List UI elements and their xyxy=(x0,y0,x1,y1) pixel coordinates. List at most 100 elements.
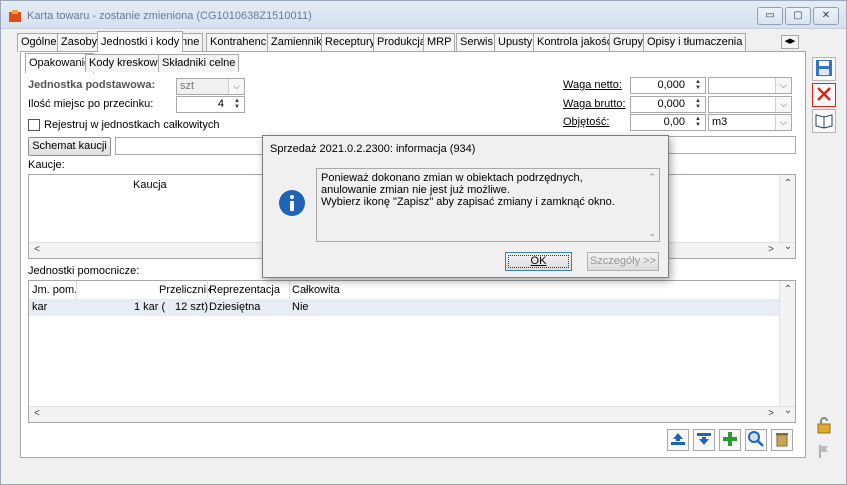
tab-receptury[interactable]: Receptury xyxy=(321,33,380,52)
info-dialog: Sprzedaż 2021.0.2.2300: informacja (934)… xyxy=(262,135,669,278)
move-down-button[interactable] xyxy=(693,429,715,451)
net-weight-label: Waga netto: xyxy=(563,79,622,91)
table-row[interactable]: kar 1 kar ( 12 szt) Dziesiętna Nie xyxy=(29,299,779,316)
help-book-button[interactable] xyxy=(812,109,836,133)
tab-grupy[interactable]: Grupy xyxy=(609,33,647,52)
tab-kontrola-jakosci[interactable]: Kontrola jakości xyxy=(533,33,619,52)
move-up-icon xyxy=(671,433,685,445)
scroll-right-icon[interactable]: > xyxy=(763,244,779,255)
tab-kontrahenci[interactable]: Kontrahenci xyxy=(206,33,273,52)
subtab-kody-kreskowe[interactable]: Kody kreskowe xyxy=(85,54,168,72)
col-header-whole: Całkowita xyxy=(292,284,340,296)
spinner-icon[interactable]: ▲ ▼ xyxy=(692,98,704,111)
tab-zamienniki[interactable]: Zamienniki xyxy=(267,33,329,52)
deposit-scheme-button[interactable]: Schemat kaucji xyxy=(28,137,111,156)
row-unit: kar xyxy=(32,301,48,313)
row-factor: 1 kar ( xyxy=(134,301,166,313)
floppy-icon xyxy=(816,60,832,76)
deposits-label: Kaucje: xyxy=(28,159,65,171)
gross-weight-field[interactable]: 0,000 ▲ ▼ xyxy=(630,96,706,113)
save-button[interactable] xyxy=(812,57,836,81)
col-header-unit: Jm. pom. xyxy=(32,284,78,296)
tab-zasoby[interactable]: Zasoby xyxy=(57,33,102,52)
window-title: Karta towaru - zostanie zmieniona (CG101… xyxy=(27,10,312,22)
scroll-down-icon[interactable]: ⌄ xyxy=(648,227,656,239)
scroll-up-icon[interactable]: ⌃ xyxy=(780,178,796,189)
chevron-down-icon: ⌵ xyxy=(228,79,244,94)
volume-unit-select[interactable]: m3 ⌵ xyxy=(708,114,792,131)
tab-scroll-buttons[interactable]: ◀▶ xyxy=(781,35,799,49)
dialog-message: Ponieważ dokonano zmian w obiektach podr… xyxy=(316,168,660,242)
scroll-left-icon[interactable]: < xyxy=(29,244,45,255)
deposits-vscroll[interactable]: ⌃ ⌄ xyxy=(779,175,796,252)
aux-units-grid[interactable]: Jm. pom. Przelicznik Reprezentacja Całko… xyxy=(28,280,796,423)
base-unit-select[interactable]: szt ⌵ xyxy=(176,78,245,95)
decimals-stepper[interactable]: 4 ▲ ▼ xyxy=(176,96,245,113)
info-icon xyxy=(279,190,305,216)
scroll-right-icon[interactable]: > xyxy=(763,408,779,419)
decimals-label: Ilość miejsc po przecinku: xyxy=(28,98,154,110)
spinner-icon[interactable]: ▲ ▼ xyxy=(692,116,704,129)
deposit-column-header: Kaucja xyxy=(133,179,167,191)
aux-units-label: Jednostki pomocnicze: xyxy=(28,265,140,277)
tab-serwis[interactable]: Serwis xyxy=(456,33,498,52)
tab-produkcja[interactable]: Produkcja xyxy=(373,33,430,52)
base-unit-label: Jednostka podstawowa: xyxy=(28,79,156,91)
aux-units-hscroll[interactable]: < > xyxy=(29,406,795,422)
scroll-up-icon[interactable]: ⌃ xyxy=(648,171,656,183)
move-up-button[interactable] xyxy=(667,429,689,451)
ok-button[interactable]: OK xyxy=(505,252,572,271)
tab-mrp[interactable]: MRP xyxy=(423,33,456,52)
spinner-icon[interactable]: ▲ ▼ xyxy=(231,98,243,111)
base-unit-value: szt xyxy=(180,80,195,92)
aux-units-vscroll[interactable]: ⌃ ⌄ xyxy=(779,281,796,416)
net-weight-unit-select[interactable]: ⌵ xyxy=(708,77,792,94)
net-weight-value: 0,000 xyxy=(657,79,685,91)
col-divider xyxy=(207,281,208,299)
app-icon xyxy=(9,10,21,22)
scroll-up-icon[interactable]: ⌃ xyxy=(780,284,796,295)
deposit-scheme-field[interactable] xyxy=(115,137,265,155)
volume-value: 0,00 xyxy=(663,116,685,128)
search-button[interactable] xyxy=(745,429,767,451)
tab-opisy-i-tlumaczenia[interactable]: Opisy i tłumaczenia xyxy=(643,33,747,52)
dialog-line: Wybierz ikonę "Zapisz" aby zapisać zmian… xyxy=(321,196,615,208)
scroll-left-icon[interactable]: < xyxy=(29,408,45,419)
maximize-button[interactable]: ▢ xyxy=(785,7,811,25)
volume-field[interactable]: 0,00 ▲ ▼ xyxy=(630,114,706,131)
dialog-line: Ponieważ dokonano zmian w obiektach podr… xyxy=(321,172,583,184)
scroll-down-icon[interactable]: ⌄ xyxy=(780,241,796,252)
tab-ogolne[interactable]: Ogólne xyxy=(17,33,61,52)
delete-button[interactable] xyxy=(771,429,793,451)
book-icon xyxy=(815,114,833,129)
spinner-icon[interactable]: ▲ ▼ xyxy=(692,79,704,92)
chevron-down-icon: ⌵ xyxy=(775,78,791,93)
gross-weight-label: Waga brutto: xyxy=(563,98,626,110)
net-weight-field[interactable]: 0,000 ▲ ▼ xyxy=(630,77,706,94)
cancel-button[interactable] xyxy=(812,83,836,107)
close-window-button[interactable]: ✕ xyxy=(813,7,839,25)
col-divider xyxy=(289,281,290,299)
add-button[interactable] xyxy=(719,429,741,451)
tab-upusty[interactable]: Upusty xyxy=(494,33,537,52)
details-button[interactable]: Szczegóły >> xyxy=(587,252,659,271)
row-factor-base: 12 szt) xyxy=(175,301,209,313)
chevron-down-icon: ⌵ xyxy=(775,97,791,112)
dialog-line: anulowanie zmian nie jest już możliwe. xyxy=(321,184,510,196)
move-down-icon xyxy=(697,433,711,445)
flag-button[interactable] xyxy=(812,441,836,465)
row-whole: Nie xyxy=(292,301,309,313)
gross-weight-unit-select[interactable]: ⌵ xyxy=(708,96,792,113)
register-whole-checkbox[interactable] xyxy=(28,119,40,131)
tab-jednostki-i-kody[interactable]: Jednostki i kody xyxy=(97,31,184,52)
subtab-opakowanie[interactable]: Opakowanie xyxy=(25,53,95,73)
trash-icon xyxy=(776,433,788,447)
lock-button[interactable] xyxy=(812,415,836,439)
subtab-skladniki-celne[interactable]: Składniki celne xyxy=(158,54,240,72)
flag-icon xyxy=(819,445,828,458)
col-header-repr: Reprezentacja xyxy=(209,284,280,296)
close-icon xyxy=(817,87,831,101)
minimize-button[interactable]: ▭ xyxy=(757,7,783,25)
scroll-down-icon[interactable]: ⌄ xyxy=(780,405,796,416)
col-divider xyxy=(76,281,77,299)
